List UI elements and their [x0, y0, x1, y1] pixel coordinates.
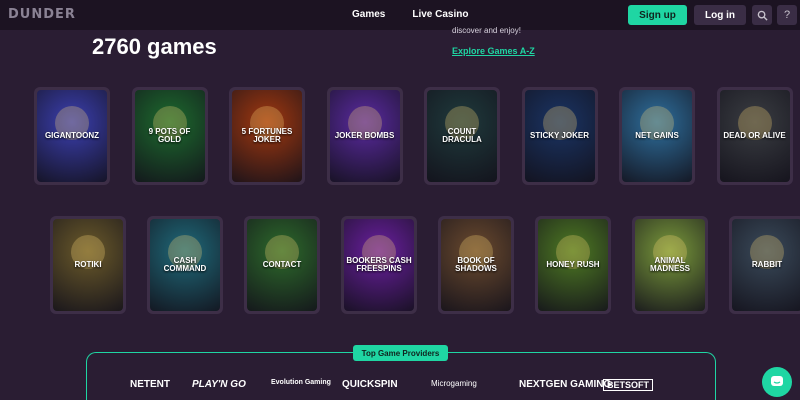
game-title: 9 POTS OF GOLD [148, 126, 191, 144]
hero-subtext: discover and enjoy! [452, 26, 521, 35]
game-thumbnail: DEAD OR ALIVE [719, 90, 790, 182]
game-thumbnail: HONEY RUSH [538, 219, 608, 311]
game-tile[interactable]: STICKY JOKER [521, 87, 598, 185]
search-icon [757, 10, 768, 21]
game-tile[interactable]: BOOK OF SHADOWS [438, 216, 514, 314]
signup-button[interactable]: Sign up [628, 5, 687, 25]
nav-games[interactable]: Games [352, 9, 385, 20]
game-tile[interactable]: 5 FORTUNES JOKER [229, 87, 305, 185]
providers-label: Top Game Providers [353, 345, 448, 361]
provider-nextgen[interactable]: NEXTGEN GAMING [519, 379, 611, 390]
help-icon: ? [783, 9, 791, 21]
game-tile[interactable]: ROTIKI [50, 216, 126, 314]
login-button[interactable]: Log in [694, 5, 746, 25]
game-tile[interactable]: COUNT DRACULA [424, 87, 500, 185]
game-thumbnail: STICKY JOKER [524, 90, 595, 182]
logo[interactable]: DUNDER [8, 7, 76, 22]
explore-games-link[interactable]: Explore Games A-Z [452, 46, 535, 56]
game-title: RABBIT [751, 259, 783, 269]
game-thumbnail: CONTACT [247, 219, 317, 311]
top-header: DUNDER Games Live Casino Sign up Log in … [0, 0, 800, 30]
provider-microgaming[interactable]: Microgaming [431, 379, 477, 388]
game-thumbnail: ROTIKI [53, 219, 123, 311]
game-tile[interactable]: ANIMAL MADNESS [632, 216, 708, 314]
game-thumbnail: NET GAINS [622, 90, 692, 182]
game-title: NET GAINS [635, 130, 679, 140]
game-tile[interactable]: DEAD OR ALIVE [716, 87, 793, 185]
game-thumbnail: 5 FORTUNES JOKER [232, 90, 302, 182]
game-thumbnail: CASH COMMAND [150, 219, 220, 311]
provider-betsoft[interactable]: BETSOFT [603, 379, 653, 391]
help-button[interactable]: ? [777, 5, 797, 25]
game-thumbnail: GIGANTOONZ [37, 90, 107, 182]
provider-evolution[interactable]: Evolution Gaming [271, 379, 331, 386]
games-count-heading: 2760 games [92, 34, 217, 59]
game-thumbnail: BOOK OF SHADOWS [441, 219, 511, 311]
live-chat-button[interactable] [762, 367, 792, 397]
game-thumbnail: RABBIT [732, 219, 800, 311]
game-thumbnail: ANIMAL MADNESS [635, 219, 705, 311]
game-title: CASH COMMAND [163, 255, 207, 273]
game-title: STICKY JOKER [530, 130, 589, 140]
provider-quickspin[interactable]: QUICKSPIN [342, 379, 398, 390]
provider-netent[interactable]: NETENT [130, 379, 170, 390]
main-nav: Games Live Casino [352, 9, 469, 20]
game-title: ANIMAL MADNESS [649, 255, 690, 273]
game-tile[interactable]: GIGANTOONZ [34, 87, 110, 185]
game-tile[interactable]: NET GAINS [619, 87, 695, 185]
game-title: GIGANTOONZ [44, 130, 100, 140]
game-title: COUNT DRACULA [442, 126, 482, 144]
game-thumbnail: JOKER BOMBS [329, 90, 400, 182]
game-title: DEAD OR ALIVE [723, 130, 786, 140]
game-tile[interactable]: 9 POTS OF GOLD [131, 87, 208, 185]
game-title: 5 FORTUNES JOKER [241, 126, 293, 144]
game-title: BOOKERS CASH FREESPINS [346, 255, 412, 273]
game-tile[interactable]: JOKER BOMBS [326, 87, 403, 185]
chat-icon [771, 376, 783, 386]
game-title: ROTIKI [74, 259, 102, 269]
game-title: HONEY RUSH [546, 259, 600, 269]
provider-playngo[interactable]: PLAY'N GO [192, 379, 246, 390]
game-thumbnail: 9 POTS OF GOLD [134, 90, 205, 182]
game-title: BOOK OF SHADOWS [455, 255, 497, 273]
search-button[interactable] [752, 5, 772, 25]
game-tile[interactable]: CASH COMMAND [147, 216, 223, 314]
game-title: JOKER BOMBS [334, 130, 395, 140]
game-title: CONTACT [262, 259, 302, 269]
game-tile[interactable]: CONTACT [244, 216, 320, 314]
game-tile[interactable]: BOOKERS CASH FREESPINS [341, 216, 417, 314]
game-thumbnail: COUNT DRACULA [427, 90, 497, 182]
game-tile[interactable]: RABBIT [729, 216, 800, 314]
game-thumbnail: BOOKERS CASH FREESPINS [344, 219, 414, 311]
nav-live-casino[interactable]: Live Casino [412, 9, 468, 20]
game-tile[interactable]: HONEY RUSH [535, 216, 611, 314]
